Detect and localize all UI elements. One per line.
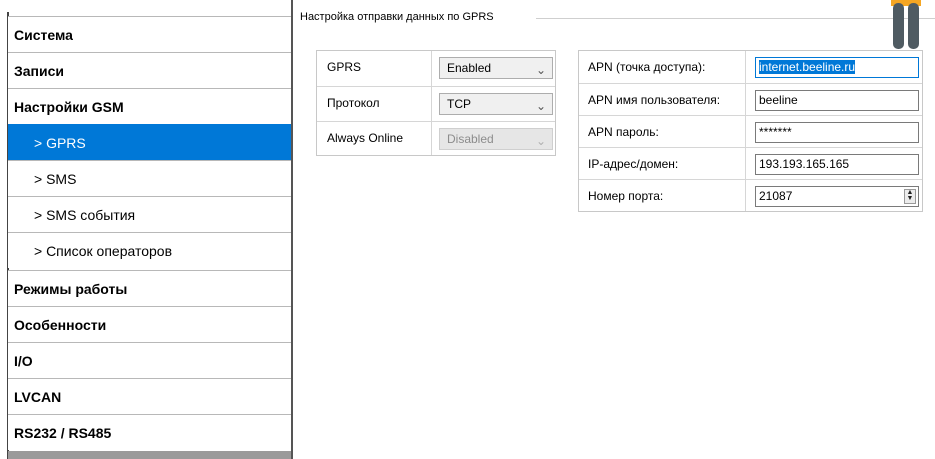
gprs-label: GPRS [327, 60, 362, 74]
sidebar-item-features[interactable]: Особенности [8, 306, 291, 342]
sidebar-item-label: Записи [14, 62, 65, 79]
sidebar-item-label: RS232 / RS485 [14, 424, 112, 441]
sidebar-item-sistema[interactable]: Система [8, 16, 291, 52]
apn-password-value: ******* [759, 125, 792, 139]
sidebar-item-label: Режимы работы [14, 280, 128, 297]
sidebar-item-io[interactable]: I/O [8, 342, 291, 378]
chevron-down-icon: ⌄ [535, 99, 546, 113]
table-row: Протокол TCP ⌄ [317, 86, 555, 118]
sidebar-item-zapisi[interactable]: Записи [8, 52, 291, 88]
protocol-select[interactable]: TCP ⌄ [439, 93, 553, 115]
always-online-select: Disabled ⌄ [439, 128, 553, 150]
sidebar-item-gprs[interactable]: > GPRS [8, 124, 291, 160]
sidebar-item-work-modes[interactable]: Режимы работы [8, 270, 291, 306]
apn-username-label: APN имя пользователя: [588, 93, 721, 107]
apn-username-value: beeline [759, 93, 798, 107]
table-row: Always Online Disabled ⌄ [317, 121, 555, 153]
always-online-select-value: Disabled [447, 132, 494, 146]
apn-settings-table: APN (точка доступа): internet.beeline.ru… [578, 50, 923, 212]
gprs-select[interactable]: Enabled ⌄ [439, 57, 553, 79]
ip-domain-value: 193.193.165.165 [759, 157, 850, 171]
sidebar-item-label: LVCAN [14, 388, 62, 405]
apn-input-value: internet.beeline.ru [759, 60, 856, 74]
chevron-down-icon: ⌄ [535, 63, 546, 77]
apn-label: APN (точка доступа): [588, 60, 706, 74]
sidebar-item-sms[interactable]: > SMS [8, 160, 291, 196]
groupbox-border [536, 18, 935, 19]
apn-input[interactable]: internet.beeline.ru [755, 57, 919, 78]
sidebar-item-label: > Список операторов [34, 242, 173, 259]
ip-domain-input[interactable]: 193.193.165.165 [755, 154, 919, 175]
protocol-label: Протокол [327, 96, 380, 110]
sidebar: Система Записи Настройки GSM > GPRS > SM… [0, 0, 293, 459]
sidebar-item-sms-events[interactable]: > SMS события [8, 196, 291, 232]
table-row: IP-адрес/домен: 193.193.165.165 [579, 147, 922, 179]
sidebar-item-gsm-settings[interactable]: Настройки GSM [8, 88, 291, 124]
apn-username-input[interactable]: beeline [755, 90, 919, 111]
table-row: APN (точка доступа): internet.beeline.ru [579, 51, 922, 83]
sidebar-item-rs232-rs485[interactable]: RS232 / RS485 [8, 414, 291, 450]
pause-icon [891, 0, 921, 49]
table-row: APN пароль: ******* [579, 115, 922, 147]
table-row: GPRS Enabled ⌄ [317, 51, 555, 83]
port-value: 21087 [759, 189, 793, 203]
sidebar-item-label: > GPRS [34, 134, 86, 151]
sidebar-item-label: Настройки GSM [14, 98, 124, 115]
sidebar-item-label: Особенности [14, 316, 107, 333]
sidebar-item-lvcan[interactable]: LVCAN [8, 378, 291, 414]
table-row: APN имя пользователя: beeline [579, 83, 922, 115]
spinner-icon[interactable]: ▲ ▼ [904, 189, 916, 204]
sidebar-item-label: Система [14, 26, 73, 43]
table-row: Номер порта: 21087 ▲ ▼ [579, 179, 922, 211]
gprs-settings-table: GPRS Enabled ⌄ Протокол TCP ⌄ Always Onl… [316, 50, 556, 156]
port-input[interactable]: 21087 ▲ ▼ [755, 186, 919, 207]
port-label: Номер порта: [588, 189, 664, 203]
groupbox-title: Настройка отправки данных по GPRS [300, 11, 494, 23]
sidebar-bottom-edge [8, 451, 291, 459]
always-online-label: Always Online [327, 131, 404, 145]
sidebar-item-label: > SMS события [34, 206, 136, 223]
protocol-select-value: TCP [447, 97, 471, 111]
sidebar-item-operators[interactable]: > Список операторов [8, 232, 291, 268]
gprs-select-value: Enabled [447, 61, 492, 75]
ip-domain-label: IP-адрес/домен: [588, 157, 679, 171]
chevron-down-icon: ⌄ [535, 134, 546, 148]
sidebar-item-label: > SMS [34, 170, 77, 187]
apn-password-input[interactable]: ******* [755, 122, 919, 143]
apn-password-label: APN пароль: [588, 125, 659, 139]
sidebar-item-label: I/O [14, 352, 33, 369]
